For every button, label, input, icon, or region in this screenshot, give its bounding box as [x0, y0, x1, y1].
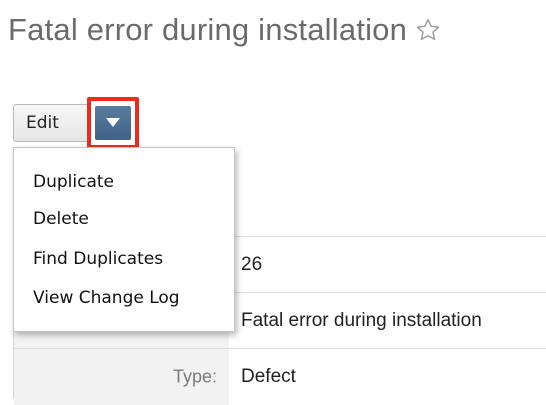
- detail-value: Defect: [241, 366, 296, 387]
- actions-dropdown-toggle[interactable]: [95, 106, 131, 140]
- star-icon[interactable]: [415, 17, 441, 43]
- detail-value: 26: [241, 254, 263, 275]
- edit-button[interactable]: Edit: [13, 104, 91, 142]
- detail-label-cell: Type:: [14, 349, 229, 405]
- edit-action-group: Edit: [13, 97, 139, 149]
- title-bar: Fatal error during installation: [8, 10, 441, 50]
- detail-value: Fatal error during installation: [241, 310, 482, 331]
- menu-item-duplicate[interactable]: Duplicate: [33, 172, 114, 192]
- menu-item-delete[interactable]: Delete: [33, 209, 89, 229]
- menu-item-find-duplicates[interactable]: Find Duplicates: [33, 249, 163, 269]
- page-title: Fatal error during installation: [8, 12, 408, 47]
- caret-down-icon: [106, 114, 120, 132]
- detail-row: Type: Defect: [14, 348, 546, 405]
- detail-label: Type:: [172, 366, 217, 387]
- menu-item-view-change-log[interactable]: View Change Log: [33, 288, 180, 308]
- dropdown-highlight: [87, 97, 139, 149]
- actions-dropdown-menu: Duplicate Delete Find Duplicates View Ch…: [13, 147, 235, 332]
